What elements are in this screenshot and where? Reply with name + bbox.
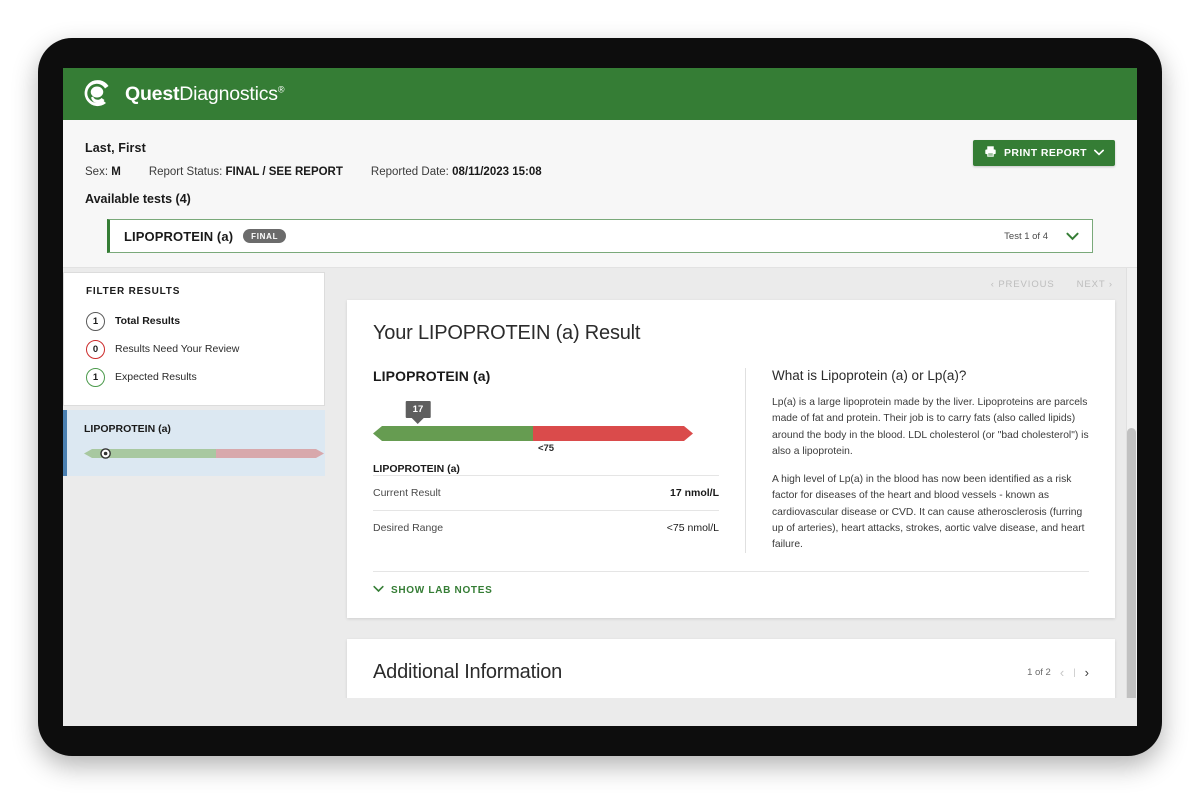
table-row: Desired Range <75 nmol/L bbox=[373, 510, 719, 545]
content-pane: ‹ PREVIOUS NEXT › Your LIPOPROTEIN (a) R… bbox=[325, 268, 1137, 698]
result-columns: LIPOPROTEIN (a) 17 <75 LIPOPROTEIN (a) C… bbox=[373, 368, 1089, 554]
filter-results-card: FILTER RESULTS 1 Total Results 0 Results… bbox=[63, 272, 325, 406]
pager-separator: | bbox=[1073, 667, 1076, 679]
test-counter: Test 1 of 4 bbox=[1004, 230, 1048, 242]
gauge-bar bbox=[373, 426, 719, 441]
info-paragraph: A high level of Lp(a) in the blood has n… bbox=[772, 474, 1085, 551]
sidebar-filter-need-review[interactable]: 0 Results Need Your Review bbox=[64, 335, 324, 363]
sex-label: Sex: bbox=[85, 166, 109, 178]
vertical-scrollbar-thumb[interactable] bbox=[1127, 428, 1136, 698]
sidebar: FILTER RESULTS 1 Total Results 0 Results… bbox=[63, 268, 325, 698]
row-value: <75 nmol/L bbox=[666, 522, 719, 534]
main-body: FILTER RESULTS 1 Total Results 0 Results… bbox=[63, 268, 1137, 698]
previous-label: PREVIOUS bbox=[998, 278, 1055, 290]
sex-field: Sex: M bbox=[85, 166, 121, 178]
brand-name-bold: Quest bbox=[125, 82, 180, 105]
chevron-down-icon bbox=[1094, 147, 1104, 159]
additional-information-title: Additional Information bbox=[373, 661, 563, 684]
brand-name-light: Diagnostics bbox=[179, 82, 278, 105]
gauge-marker: 17 bbox=[405, 401, 431, 424]
filter-label: Results Need Your Review bbox=[115, 343, 240, 355]
brand-trademark: ® bbox=[277, 84, 285, 94]
sex-value: M bbox=[111, 166, 121, 178]
filter-label: Expected Results bbox=[115, 371, 197, 383]
status-badge: FINAL bbox=[243, 228, 287, 244]
reported-date-field: Reported Date: 08/11/2023 15:08 bbox=[371, 166, 542, 178]
page-title: Your LIPOPROTEIN (a) Result bbox=[373, 322, 641, 344]
test-selector-row[interactable]: LIPOPROTEIN (a) FINAL Test 1 of 4 bbox=[107, 219, 1093, 253]
gauge-marker-value: 17 bbox=[405, 401, 431, 418]
brand-wordmark: QuestDiagnostics® bbox=[125, 82, 285, 106]
chevron-left-icon: ‹ bbox=[990, 278, 995, 290]
filter-label: Total Results bbox=[115, 315, 181, 327]
brand-header: QuestDiagnostics® bbox=[63, 68, 1137, 120]
show-lab-notes-label: SHOW LAB NOTES bbox=[391, 585, 493, 597]
filter-results-title: FILTER RESULTS bbox=[86, 286, 181, 297]
gauge-marker-tip bbox=[411, 417, 424, 424]
device-screen: QuestDiagnostics® Last, First Sex: M Rep… bbox=[63, 68, 1137, 726]
row-value: 17 nmol/L bbox=[669, 487, 719, 499]
sidebar-mini-gauge bbox=[84, 447, 324, 460]
report-meta-row: Sex: M Report Status: FINAL / SEE REPORT… bbox=[85, 166, 1115, 178]
available-tests-label: Available tests (4) bbox=[85, 192, 191, 206]
printer-icon bbox=[984, 145, 997, 161]
report-status-value: FINAL / SEE REPORT bbox=[225, 166, 343, 178]
quest-swirl-logo-icon bbox=[82, 78, 114, 110]
next-result-link[interactable]: NEXT › bbox=[1077, 279, 1113, 290]
test-selector-name: LIPOPROTEIN (a) bbox=[124, 228, 234, 244]
report-status-label: Report Status: bbox=[148, 166, 223, 178]
report-info-band: Last, First Sex: M Report Status: FINAL … bbox=[63, 120, 1137, 268]
additional-information-header: Additional Information 1 of 2 ‹ | › bbox=[373, 661, 1089, 684]
result-card: Your LIPOPROTEIN (a) Result LIPOPROTEIN … bbox=[347, 300, 1115, 619]
filter-count-badge: 0 bbox=[86, 339, 105, 359]
tablet-device-frame: QuestDiagnostics® Last, First Sex: M Rep… bbox=[38, 38, 1162, 756]
result-test-name: LIPOPROTEIN (a) bbox=[373, 368, 491, 384]
row-label: Current Result bbox=[373, 487, 441, 499]
sidebar-filter-expected-results[interactable]: 1 Expected Results bbox=[64, 363, 324, 391]
filter-count-badge: 1 bbox=[86, 367, 105, 387]
gauge-threshold-label: <75 bbox=[537, 443, 555, 454]
page-indicator: 1 of 2 bbox=[1027, 667, 1051, 679]
sidebar-filter-total-results[interactable]: 1 Total Results bbox=[64, 307, 324, 335]
row-label: Desired Range bbox=[373, 522, 444, 534]
reported-date-value: 08/11/2023 15:08 bbox=[452, 166, 542, 178]
table-row: Current Result 17 nmol/L bbox=[373, 475, 719, 510]
chevron-down-icon bbox=[373, 585, 384, 596]
additional-information-card: Additional Information 1 of 2 ‹ | › LDL … bbox=[347, 639, 1115, 698]
next-label: NEXT bbox=[1076, 278, 1106, 290]
previous-result-link[interactable]: ‹ PREVIOUS bbox=[991, 279, 1055, 290]
result-sub-name: LIPOPROTEIN (a) bbox=[373, 463, 460, 475]
info-panel-heading: What is Lipoprotein (a) or Lp(a)? bbox=[772, 368, 967, 383]
vertical-scrollbar-track[interactable] bbox=[1126, 268, 1137, 698]
chevron-left-icon[interactable]: ‹ bbox=[1060, 665, 1064, 680]
chevron-right-icon: › bbox=[1108, 278, 1113, 290]
reported-date-label: Reported Date: bbox=[370, 166, 449, 178]
result-gauge: 17 <75 bbox=[373, 401, 719, 454]
show-lab-notes-toggle[interactable]: SHOW LAB NOTES bbox=[373, 585, 492, 596]
info-paragraph: Lp(a) is a large lipoprotein made by the… bbox=[772, 397, 1089, 457]
info-panel: What is Lipoprotein (a) or Lp(a)? Lp(a) … bbox=[745, 368, 1089, 554]
sidebar-result-title: LIPOPROTEIN (a) bbox=[84, 423, 171, 435]
chevron-right-icon[interactable]: › bbox=[1085, 665, 1089, 680]
result-pager: ‹ PREVIOUS NEXT › bbox=[325, 268, 1137, 300]
result-detail-column: LIPOPROTEIN (a) 17 <75 LIPOPROTEIN (a) C… bbox=[373, 368, 745, 553]
print-report-label: PRINT REPORT bbox=[1004, 147, 1087, 159]
divider bbox=[373, 571, 1089, 573]
sidebar-result-item-lipoprotein-a[interactable]: LIPOPROTEIN (a) bbox=[63, 410, 325, 476]
patient-name: Last, First bbox=[85, 141, 146, 155]
additional-information-pager: 1 of 2 ‹ | › bbox=[1027, 665, 1089, 680]
chevron-down-icon[interactable] bbox=[1066, 230, 1079, 243]
filter-count-badge: 1 bbox=[86, 311, 105, 331]
report-status-field: Report Status: FINAL / SEE REPORT bbox=[149, 166, 343, 178]
print-report-button[interactable]: PRINT REPORT bbox=[973, 140, 1115, 166]
